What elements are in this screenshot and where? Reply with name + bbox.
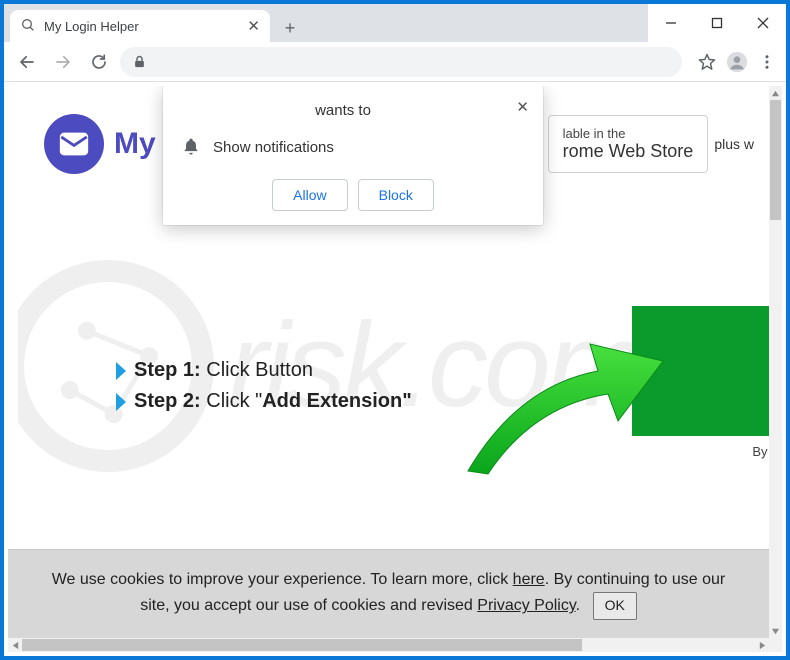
star-icon[interactable] xyxy=(696,51,718,73)
tab-strip: My Login Helper ✕ + xyxy=(4,4,648,42)
mail-icon xyxy=(44,114,104,174)
arrow-graphic xyxy=(458,326,668,481)
permission-request-row: Show notifications xyxy=(181,137,525,157)
address-bar[interactable] xyxy=(120,47,682,77)
viewport: risk.com My lable in the rome Web Store xyxy=(8,86,782,652)
horizontal-scrollbar[interactable] xyxy=(8,638,769,652)
minimize-button[interactable] xyxy=(648,4,694,42)
scrollbar-corner xyxy=(769,638,782,652)
search-icon xyxy=(20,17,36,36)
forward-button[interactable] xyxy=(48,47,78,77)
toolbar xyxy=(4,42,786,82)
truncated-text: plus w xyxy=(714,136,754,152)
privacy-policy-link[interactable]: Privacy Policy xyxy=(477,597,575,614)
allow-button[interactable]: Allow xyxy=(272,179,347,211)
store-badge-text: lable in the rome Web Store xyxy=(563,126,694,162)
scroll-up-icon[interactable] xyxy=(769,86,782,100)
tab-title: My Login Helper xyxy=(44,19,239,34)
dialog-buttons: Allow Block xyxy=(181,179,525,211)
dialog-close-button[interactable]: ✕ xyxy=(516,98,529,116)
scroll-left-icon[interactable] xyxy=(8,638,22,652)
scroll-down-icon[interactable] xyxy=(769,624,782,638)
window-frame: My Login Helper ✕ + xyxy=(0,0,790,660)
bell-icon xyxy=(181,137,201,157)
cookies-here-link[interactable]: here xyxy=(513,571,545,588)
menu-icon[interactable] xyxy=(756,51,778,73)
brand-logo-area: My xyxy=(44,114,156,174)
browser-tab[interactable]: My Login Helper ✕ xyxy=(10,10,270,42)
profile-icon[interactable] xyxy=(726,51,748,73)
tab-close-icon[interactable]: ✕ xyxy=(247,17,260,35)
scroll-right-icon[interactable] xyxy=(755,638,769,652)
toolbar-right xyxy=(688,51,778,73)
scrollbar-thumb[interactable] xyxy=(770,100,781,220)
scrollbar-thumb[interactable] xyxy=(22,639,582,651)
block-button[interactable]: Block xyxy=(358,179,434,211)
notification-permission-dialog: ✕ wants to Show notifications Allow Bloc… xyxy=(163,86,543,225)
back-button[interactable] xyxy=(12,47,42,77)
chevron-right-icon xyxy=(114,391,128,413)
chrome-store-badge[interactable]: lable in the rome Web Store xyxy=(548,115,709,173)
maximize-button[interactable] xyxy=(694,4,740,42)
reload-button[interactable] xyxy=(84,47,114,77)
new-tab-button[interactable]: + xyxy=(276,14,304,42)
cookies-ok-button[interactable]: OK xyxy=(593,592,637,620)
cookie-banner: We use cookies to improve your experienc… xyxy=(8,549,769,638)
titlebar: My Login Helper ✕ + xyxy=(4,4,786,42)
permission-request-text: Show notifications xyxy=(213,139,334,156)
vertical-scrollbar[interactable] xyxy=(769,86,782,638)
lock-icon[interactable] xyxy=(132,54,147,69)
chevron-right-icon xyxy=(114,360,128,382)
dialog-title: wants to xyxy=(181,102,525,119)
window-controls xyxy=(648,4,786,42)
close-window-button[interactable] xyxy=(740,4,786,42)
brand-title: My xyxy=(114,127,156,161)
